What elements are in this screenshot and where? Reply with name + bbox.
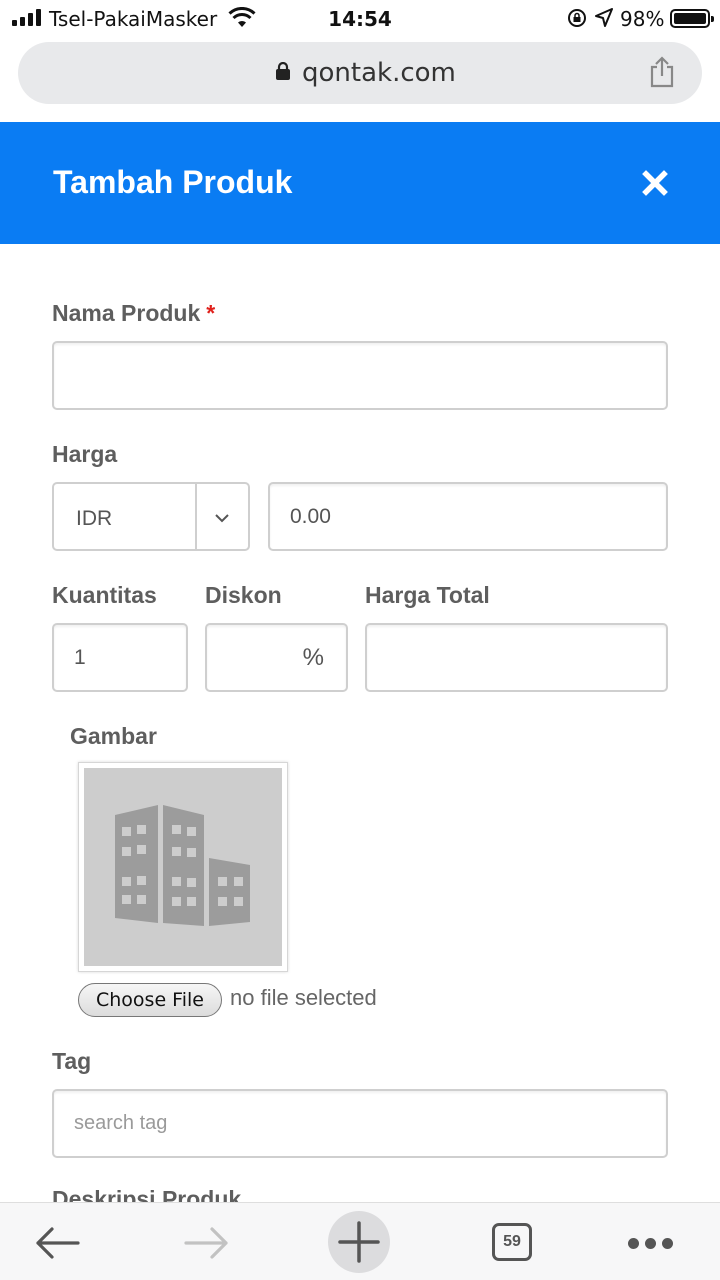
tag-label: Tag <box>52 1048 92 1074</box>
building-placeholder-icon <box>84 768 282 966</box>
rotation-lock-icon <box>567 8 587 32</box>
discount-input[interactable]: % <box>205 623 348 692</box>
file-status-text: no file selected <box>230 985 377 1010</box>
share-icon[interactable] <box>648 56 676 93</box>
battery-icon <box>670 9 714 28</box>
address-bar[interactable]: qontak.com <box>18 42 702 104</box>
lock-icon <box>276 61 290 80</box>
currency-value: IDR <box>76 507 113 530</box>
total-price-label: Harga Total <box>365 582 490 608</box>
product-name-input[interactable] <box>52 341 668 410</box>
price-input[interactable]: 0.00 <box>268 482 668 551</box>
image-label: Gambar <box>70 723 157 749</box>
chevron-down-icon <box>214 510 230 528</box>
modal-header: Tambah Produk <box>0 122 720 244</box>
battery-percent: 98% <box>620 7 665 31</box>
total-price-input[interactable] <box>365 623 668 692</box>
tag-placeholder: search tag <box>74 1112 168 1134</box>
discount-label: Diskon <box>205 582 282 608</box>
quantity-input[interactable]: 1 <box>52 623 188 692</box>
required-marker: * <box>206 300 216 326</box>
choose-file-button[interactable]: Choose File <box>78 983 222 1017</box>
url-text: qontak.com <box>302 58 456 88</box>
browser-toolbar: 59 <box>0 1202 720 1280</box>
status-bar: Tsel-PakaiMasker 14:54 98% <box>0 0 720 38</box>
select-divider <box>195 484 197 549</box>
close-icon[interactable] <box>638 166 672 200</box>
more-options-icon[interactable] <box>628 1238 673 1249</box>
forward-arrow-icon[interactable] <box>184 1225 230 1266</box>
currency-select[interactable]: IDR <box>52 482 250 551</box>
new-tab-button[interactable] <box>328 1211 390 1273</box>
modal-title: Tambah Produk <box>53 164 293 200</box>
tabs-button[interactable]: 59 <box>492 1223 532 1261</box>
percent-suffix: % <box>302 643 324 671</box>
back-arrow-icon[interactable] <box>34 1225 80 1266</box>
price-label: Harga <box>52 441 118 467</box>
image-preview <box>78 762 288 972</box>
tag-search-input[interactable]: search tag <box>52 1089 668 1158</box>
quantity-label: Kuantitas <box>52 582 157 608</box>
location-arrow-icon <box>595 8 613 32</box>
product-name-label: Nama Produk * <box>52 300 216 326</box>
